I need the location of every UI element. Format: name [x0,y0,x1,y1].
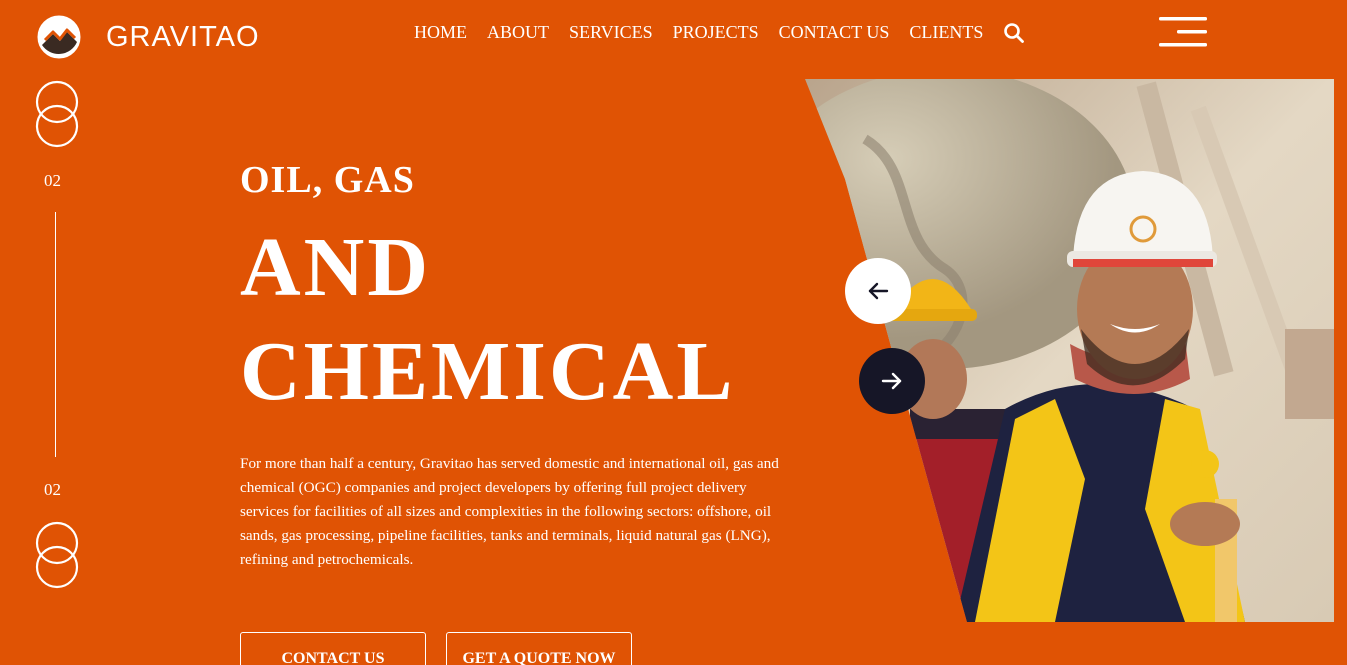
nav-item-projects[interactable]: PROJECTS [673,22,759,42]
brand-logo[interactable]: GRAVITAO [36,14,260,60]
slider-prev-button[interactable] [845,258,911,324]
nav-item-clients[interactable]: CLIENTS [909,22,983,42]
nav-item-about[interactable]: ABOUT [487,22,549,42]
main-nav: HOME ABOUT SERVICES PROJECTS CONTACT US … [414,20,1025,44]
hamburger-menu-icon[interactable] [1159,17,1207,47]
hero-title-line1: AND [240,221,431,314]
hero-title-line2: CHEMICAL [240,325,736,418]
hero-kicker: OIL, GAS [240,159,415,201]
slide-total-number: 02 [44,480,61,499]
slider-next-button[interactable] [859,348,925,414]
brand-name: GRAVITAO [106,20,260,53]
mountain-circle-logo-icon [37,15,81,59]
arrow-right-icon [881,372,902,390]
nav-item-services[interactable]: SERVICES [569,22,653,42]
nav-item-home[interactable]: HOME [414,22,467,42]
nav-item-contact-us[interactable]: CONTACT US [779,22,890,42]
slide-indicator-circles-top [35,80,79,148]
slide-current-number: 02 [44,171,61,190]
arrow-left-icon [868,282,889,300]
slide-progress-line [55,212,56,457]
get-quote-button[interactable]: GET A QUOTE NOW [446,632,632,665]
hero-description: For more than half a century, Gravitao h… [240,455,779,568]
slide-indicator-circles-bottom [35,521,79,589]
search-icon[interactable] [1003,22,1025,44]
contact-us-button[interactable]: CONTACT US [240,632,426,665]
